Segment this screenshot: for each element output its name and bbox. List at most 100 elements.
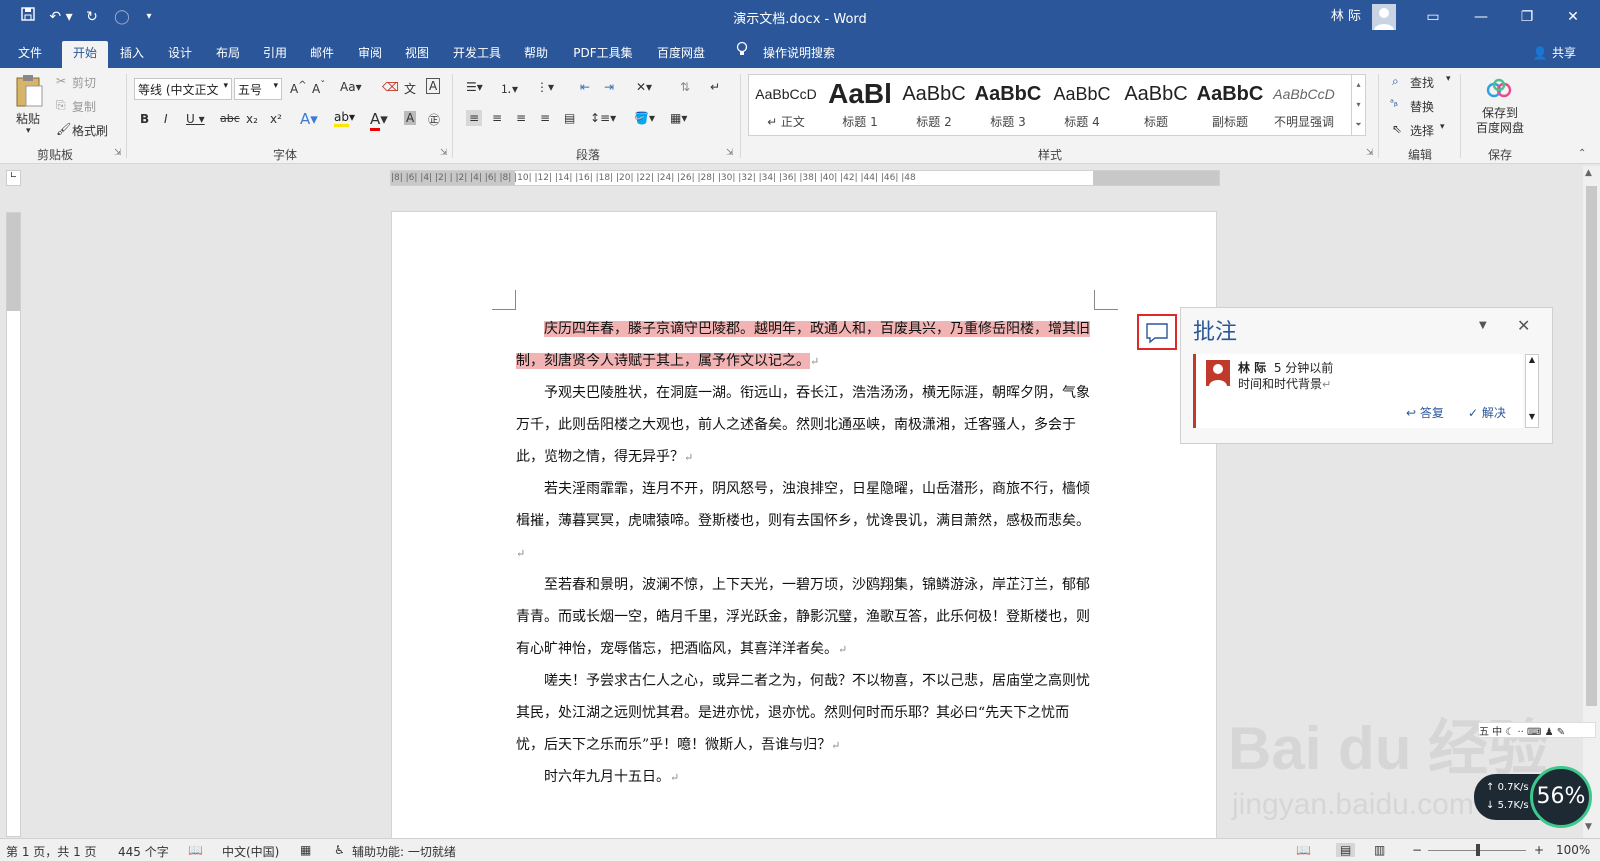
- horizontal-ruler[interactable]: |8| |6| |4| |2| | |2| |4| |6| |8| |10| |…: [390, 170, 1220, 186]
- clipboard-launcher-icon[interactable]: ⇲: [114, 148, 122, 158]
- paste-button[interactable]: 粘贴: [16, 110, 40, 127]
- enclose-char-icon[interactable]: ㊣: [428, 111, 440, 128]
- align-left-icon[interactable]: ≡: [466, 110, 483, 126]
- cut-button[interactable]: 剪切: [72, 74, 96, 91]
- bullets-icon[interactable]: ☰▾: [466, 80, 483, 94]
- decrease-indent-icon[interactable]: ⇤: [580, 80, 590, 94]
- tab-pdf-tools[interactable]: PDF工具集: [568, 41, 638, 68]
- find-button[interactable]: 查找: [1410, 74, 1434, 91]
- reply-button[interactable]: ↩ 答复: [1406, 404, 1444, 421]
- replace-button[interactable]: 替换: [1410, 98, 1434, 115]
- underline-icon[interactable]: U ▾: [186, 112, 205, 126]
- avatar[interactable]: [1372, 4, 1396, 30]
- zoom-out-icon[interactable]: −: [1412, 843, 1422, 857]
- char-border-icon[interactable]: A: [426, 78, 441, 94]
- grow-font-icon[interactable]: A^: [290, 80, 307, 96]
- paragraph-1[interactable]: 庆历四年春，滕子京谪守巴陵郡。越明年，政通人和，百废具兴，乃重修岳阳楼，增其旧制…: [516, 313, 1094, 378]
- pane-options-icon[interactable]: ▼: [1479, 320, 1487, 331]
- tab-review[interactable]: 审阅: [350, 41, 390, 68]
- font-size-select[interactable]: 五号 ▾: [234, 78, 282, 100]
- tab-view[interactable]: 视图: [397, 41, 437, 68]
- tab-insert[interactable]: 插入: [112, 41, 152, 68]
- format-painter-icon[interactable]: 🖌: [56, 122, 71, 136]
- comment-card[interactable]: 林 际 5 分钟以前 时间和时代背景↵ ↩ 答复 ✓ 解决: [1193, 354, 1523, 428]
- paragraph-3[interactable]: 若夫淫雨霏霏，连月不开，阴风怒号，浊浪排空，日星隐曜，山岳潜形，商旅不行，樯倾楫…: [516, 473, 1094, 570]
- style-heading-3[interactable]: AaBbC 标题 3: [971, 75, 1045, 135]
- shading-icon[interactable]: 🪣▾: [634, 111, 655, 125]
- cut-icon[interactable]: ✂: [56, 74, 66, 88]
- change-case-icon[interactable]: Aa▾: [340, 80, 362, 94]
- ime-toolbar[interactable]: 五 中 ☾ ·· ⌨ ♟ ✎: [1478, 722, 1596, 738]
- format-painter-button[interactable]: 格式刷: [72, 122, 108, 139]
- tab-help[interactable]: 帮助: [516, 41, 556, 68]
- borders-icon[interactable]: ▦▾: [670, 111, 687, 125]
- italic-icon[interactable]: I: [164, 112, 168, 126]
- user-name[interactable]: 林 际: [1326, 6, 1366, 28]
- phonetic-guide-icon[interactable]: 文: [404, 80, 416, 97]
- proofing-icon[interactable]: 📖: [188, 843, 203, 857]
- scroll-up-icon[interactable]: ▲: [1585, 168, 1592, 178]
- font-launcher-icon[interactable]: ⇲: [440, 148, 448, 158]
- tab-home[interactable]: 开始: [62, 41, 108, 68]
- zoom-level[interactable]: 100%: [1556, 843, 1590, 857]
- style-heading-1[interactable]: AaBl 标题 1: [823, 75, 897, 135]
- copy-icon[interactable]: ⎘: [56, 98, 66, 113]
- zoom-thumb[interactable]: [1476, 844, 1480, 856]
- accessibility-icon[interactable]: ♿: [334, 843, 345, 857]
- find-dropdown-icon[interactable]: ▾: [1446, 74, 1451, 84]
- line-spacing-icon[interactable]: ↕≡▾: [590, 111, 616, 125]
- read-mode-icon[interactable]: 📖: [1296, 843, 1311, 857]
- numbering-icon[interactable]: ⒈▾: [500, 80, 518, 97]
- paste-icon[interactable]: [14, 74, 46, 108]
- replace-icon[interactable]: ᵃᵦ: [1390, 98, 1398, 109]
- tab-references[interactable]: 引用: [255, 41, 295, 68]
- paragraph-6[interactable]: 时六年九月十五日。↵: [516, 761, 1094, 794]
- paragraph-4[interactable]: 至若春和景明，波澜不惊，上下天光，一碧万顷，沙鸥翔集，锦鳞游泳，岸芷汀兰，郁郁青…: [516, 569, 1094, 666]
- font-name-select[interactable]: 等线 (中文正文 ▾: [134, 78, 232, 100]
- macro-icon[interactable]: ▦: [300, 843, 311, 857]
- clear-format-icon[interactable]: ⌫: [382, 80, 399, 94]
- zoom-in-icon[interactable]: +: [1534, 843, 1544, 857]
- tab-mailings[interactable]: 邮件: [302, 41, 342, 68]
- close-icon[interactable]: ✕: [1560, 6, 1586, 28]
- lightbulb-icon[interactable]: [732, 41, 752, 68]
- tab-layout[interactable]: 布局: [208, 41, 248, 68]
- sort-icon[interactable]: ⇅: [680, 80, 690, 94]
- superscript-icon[interactable]: x²: [270, 112, 282, 126]
- cpu-gauge[interactable]: 56%: [1530, 766, 1592, 828]
- commented-text[interactable]: 庆历四年春，滕子京谪守巴陵郡。越明年，政通人和，百废具兴，乃重修岳阳楼，增其旧制…: [516, 321, 1090, 369]
- style-heading-4[interactable]: AaBbC 标题 4: [1045, 75, 1119, 135]
- share-icon[interactable]: 👤: [1532, 41, 1548, 68]
- minimize-icon[interactable]: —: [1468, 6, 1494, 28]
- shrink-font-icon[interactable]: Aˇ: [312, 80, 325, 96]
- text-effects-icon[interactable]: A▾: [300, 110, 318, 128]
- tab-developer[interactable]: 开发工具: [446, 41, 508, 68]
- chinese-layout-icon[interactable]: ✕▾: [636, 80, 652, 94]
- style-subtle-emphasis[interactable]: AaBbCcD 不明显强调: [1267, 75, 1341, 135]
- tab-selector-icon[interactable]: ∟: [6, 170, 21, 186]
- font-color-icon[interactable]: A▾: [370, 110, 388, 131]
- share-button[interactable]: 共享: [1548, 41, 1580, 68]
- tab-file[interactable]: 文件: [10, 41, 50, 68]
- paragraph-2[interactable]: 予观夫巴陵胜状，在洞庭一湖。衔远山，吞长江，浩浩汤汤，横无际涯，朝晖夕阴，气象万…: [516, 377, 1094, 474]
- tell-me-search[interactable]: 操作说明搜索: [756, 41, 842, 68]
- save-to-netdisk-button[interactable]: 保存到 百度网盘: [1472, 106, 1528, 136]
- baidu-netdisk-icon[interactable]: [1486, 78, 1512, 103]
- align-right-icon[interactable]: ≡: [516, 111, 526, 125]
- comment-indicator[interactable]: [1137, 314, 1177, 350]
- word-count[interactable]: 445 个字: [118, 843, 169, 860]
- vertical-ruler[interactable]: [6, 212, 21, 837]
- document-page[interactable]: 庆历四年春，滕子京谪守巴陵郡。越明年，政通人和，百废具兴，乃重修岳阳楼，增其旧制…: [391, 211, 1217, 851]
- style-normal[interactable]: AaBbCcD ↵ 正文: [749, 75, 823, 135]
- accessibility-status[interactable]: 辅助功能: 一切就绪: [352, 843, 456, 860]
- style-heading-2[interactable]: AaBbC 标题 2: [897, 75, 971, 135]
- bold-icon[interactable]: B: [140, 112, 149, 126]
- restore-icon[interactable]: ❐: [1514, 6, 1540, 28]
- collapse-ribbon-icon[interactable]: ⌃: [1578, 148, 1586, 159]
- distributed-icon[interactable]: ▤: [564, 111, 575, 125]
- styles-launcher-icon[interactable]: ⇲: [1366, 148, 1374, 158]
- char-shading-icon[interactable]: A: [404, 111, 417, 125]
- select-dropdown-icon[interactable]: ▾: [1440, 122, 1445, 132]
- paragraph-launcher-icon[interactable]: ⇲: [726, 148, 734, 158]
- comment-scrollbar[interactable]: ▲ ▼: [1525, 354, 1539, 428]
